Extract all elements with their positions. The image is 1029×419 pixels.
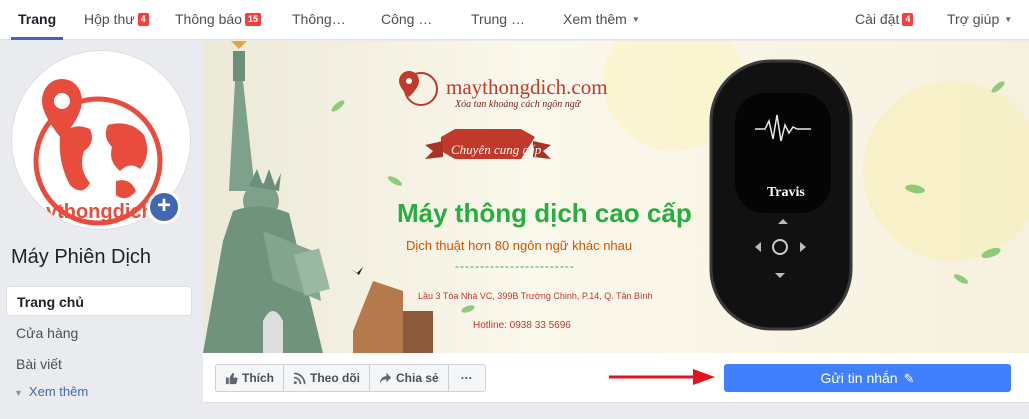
- share-arrow-icon: [379, 372, 392, 384]
- rss-feed-icon: [293, 372, 306, 384]
- sidebar-see-more[interactable]: ▼ Xem thêm: [14, 384, 88, 399]
- sidebar-item-label: Trang chủ: [17, 294, 84, 310]
- pencil-icon: ✎: [903, 371, 915, 386]
- red-arrow-icon: [609, 369, 715, 385]
- sidebar-item-label: Bài viết: [16, 356, 62, 372]
- like-label: Thích: [242, 371, 274, 385]
- tab-thong-tin[interactable]: Thông…: [292, 0, 346, 40]
- tab-trung-tam[interactable]: Trung …: [471, 0, 525, 40]
- like-button[interactable]: Thích: [216, 365, 284, 391]
- action-button-group: Thích Theo dõi Chia sẻ ···: [215, 364, 486, 392]
- cover-subheadline: Dịch thuật hơn 80 ngôn ngữ khác nhau: [406, 238, 633, 253]
- more-options-button[interactable]: ···: [449, 365, 485, 391]
- sidebar-item-shop[interactable]: Cửa hàng: [6, 318, 192, 348]
- caret-down-icon: ▼: [631, 15, 640, 24]
- thumbs-up-icon: [225, 372, 238, 384]
- tab-label: Cài đặt: [855, 11, 900, 27]
- caret-down-icon: ▼: [14, 388, 23, 398]
- tab-label: Trợ giúp: [947, 11, 1000, 27]
- page-action-bar: Thích Theo dõi Chia sẻ ··· Gửi tin nhắn ✎: [203, 353, 1029, 403]
- tab-label: Xem thêm: [563, 11, 627, 27]
- tab-label: Công …: [381, 11, 433, 27]
- follow-button[interactable]: Theo dõi: [284, 365, 370, 391]
- page-tab-bar: Trang Hộp thư 4 Thông báo 15 Thông… Công ……: [0, 0, 1029, 40]
- sidebar-item-posts[interactable]: Bài viết: [6, 349, 192, 379]
- cover-badge-label: Chuyên cung cấp: [451, 142, 542, 157]
- tab-settings[interactable]: Cài đặt 4: [855, 0, 914, 40]
- follow-label: Theo dõi: [310, 371, 360, 385]
- cover-hotline: Hotline: 0938 33 5696: [473, 320, 571, 331]
- share-button[interactable]: Chia sẻ: [370, 365, 449, 391]
- tab-label: Trang: [18, 11, 57, 27]
- see-more-label: Xem thêm: [28, 384, 89, 399]
- notification-badge: 4: [137, 13, 149, 26]
- cover-address: Lầu 3 Tòa Nhà VC, 399B Trường Chinh, P.1…: [418, 291, 653, 301]
- tab-help[interactable]: Trợ giúp ▼: [947, 0, 1012, 40]
- sidebar-item-home[interactable]: Trang chủ: [6, 286, 192, 316]
- caret-down-icon: ▼: [1004, 15, 1013, 24]
- tab-label: Thông…: [292, 11, 346, 27]
- more-options-icon: ···: [460, 371, 473, 385]
- notification-badge: 4: [902, 13, 914, 26]
- cover-divider: ------------------------: [455, 259, 575, 273]
- page-title[interactable]: Máy Phiên Dịch: [11, 246, 151, 269]
- notification-badge: 15: [244, 13, 261, 26]
- page-background: [203, 404, 1029, 419]
- send-message-button[interactable]: Gửi tin nhắn ✎: [724, 364, 1011, 392]
- cover-photo[interactable]: maythongdich.com Xóa tan khoảng cách ngô…: [203, 41, 1029, 353]
- device-brand-label: Travis: [767, 185, 805, 200]
- share-label: Chia sẻ: [396, 371, 439, 385]
- avatar-logo-text: ythongdich: [46, 201, 154, 223]
- tab-hop-thu[interactable]: Hộp thư 4: [84, 0, 149, 40]
- tab-label: Thông báo: [175, 11, 242, 27]
- tab-label: Hộp thư: [84, 11, 135, 27]
- cover-slogan: Xóa tan khoảng cách ngôn ngữ: [455, 99, 581, 110]
- tab-trang[interactable]: Trang: [11, 0, 64, 40]
- tab-see-more[interactable]: Xem thêm ▼: [563, 0, 640, 40]
- statue-of-liberty-icon: [203, 41, 330, 353]
- map-pin-globe-icon: [399, 71, 438, 106]
- cover-headline: Máy thông dịch cao cấp: [397, 198, 692, 228]
- tab-thong-bao[interactable]: Thông báo 15: [175, 0, 261, 40]
- tab-cong-cu[interactable]: Công …: [381, 0, 432, 40]
- cover-illustration: [203, 41, 1029, 353]
- sidebar-item-label: Cửa hàng: [16, 325, 79, 341]
- cover-domain: maythongdich.com: [446, 75, 608, 99]
- add-photo-button[interactable]: +: [147, 190, 181, 224]
- send-message-label: Gửi tin nhắn: [820, 370, 898, 386]
- tab-label: Trung …: [471, 11, 525, 27]
